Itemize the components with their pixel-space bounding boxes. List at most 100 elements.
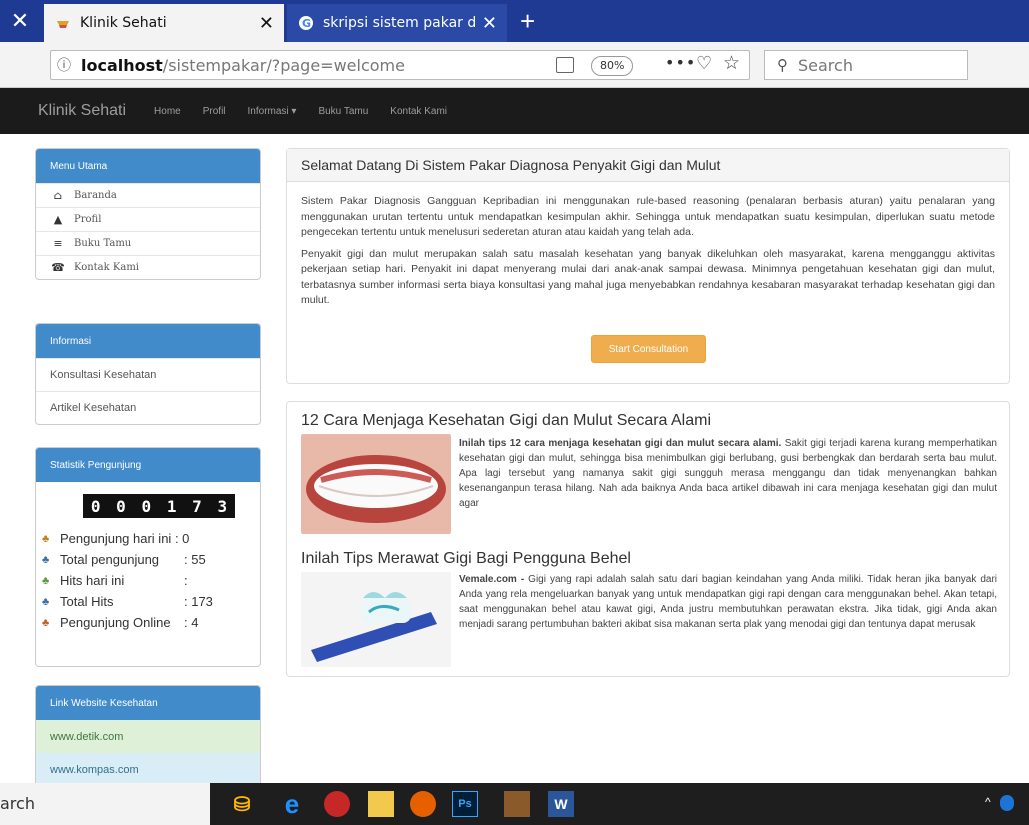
welcome-paragraph: Sistem Pakar Diagnosis Gangguan Kepribad… <box>301 195 995 238</box>
search-icon: ⚲ <box>777 56 788 74</box>
article-body: Gigi yang rapi adalah salah satu dari ba… <box>459 574 998 630</box>
pocket-icon[interactable]: ♡ <box>696 53 712 74</box>
svg-text:G: G <box>302 17 311 30</box>
new-tab-button[interactable]: + <box>520 6 535 36</box>
browser-tab-bar: ✕ Klinik Sehati ✕ G skripsi sistem pakar… <box>0 0 1029 42</box>
contact-icon: ☎ <box>51 261 65 274</box>
article-summary: Vemale.com - Gigi yang rapi adalah salah… <box>459 572 997 632</box>
sidebar-item-label: Baranda <box>74 190 117 201</box>
users-icon: ♣ <box>42 574 50 587</box>
search-input[interactable]: ⚲ Search <box>764 50 968 80</box>
tab-title: skripsi sistem pakar diagnosa p <box>323 15 476 31</box>
info-icon[interactable]: ⓘ <box>51 55 77 75</box>
opera-icon[interactable] <box>324 791 350 817</box>
sidebar-item-label: Buku Tamu <box>74 238 132 249</box>
welcome-box: Selamat Datang Di Sistem Pakar Diagnosa … <box>286 148 1010 384</box>
article-title[interactable]: Inilah Tips Merawat Gigi Bagi Pengguna B… <box>301 550 631 568</box>
counter-digit: 0 <box>141 496 152 516</box>
menu-utama-panel: Menu Utama ⌂ Baranda ▲ Profil ≡ Buku Tam… <box>35 148 261 280</box>
sidebar-item-artikel[interactable]: Artikel Kesehatan <box>36 391 260 424</box>
sidebar-item-baranda[interactable]: ⌂ Baranda <box>36 183 260 207</box>
counter-digit: 0 <box>116 496 126 516</box>
clinic-favicon-icon <box>54 14 72 32</box>
firefox-icon[interactable] <box>410 791 436 817</box>
browser-toolbar: ⓘ localhost /sistempakar/?page=welcome 8… <box>0 42 1029 88</box>
file-explorer-icon[interactable] <box>368 791 394 817</box>
word-icon[interactable]: W <box>548 791 574 817</box>
stat-label: Pengunjung Online <box>60 615 171 630</box>
nav-profil[interactable]: Profil <box>203 106 226 117</box>
nav-kontak-kami[interactable]: Kontak Kami <box>390 106 447 117</box>
article-image-smile[interactable] <box>301 434 451 534</box>
windows-taskbar: arch ⛁ e Ps W ^ <box>0 783 1029 825</box>
panel-title: Menu Utama <box>36 149 260 183</box>
stat-row: ♣ Total Hits : 173 <box>36 591 260 612</box>
visitor-counter: 0 0 0 1 7 3 <box>83 494 235 518</box>
start-consultation-button[interactable]: Start Consultation <box>591 335 706 363</box>
url-path: /sistempakar/?page=welcome <box>162 55 405 75</box>
close-window-icon[interactable]: ✕ <box>0 0 40 42</box>
site-navbar: Klinik Sehati Home Profil Informasi ▾ Bu… <box>0 88 1029 134</box>
stat-label: Total Hits <box>60 594 114 609</box>
nav-home[interactable]: Home <box>154 106 181 117</box>
stat-label: Pengunjung hari ini <box>60 531 172 546</box>
tab-close-icon[interactable]: ✕ <box>482 13 497 34</box>
stat-value: : 4 <box>184 615 199 630</box>
users-icon: ♣ <box>42 616 50 629</box>
article-summary: Inilah tips 12 cara menjaga kesehatan gi… <box>459 436 997 511</box>
users-icon: ♣ <box>42 553 50 566</box>
google-favicon-icon: G <box>297 14 315 32</box>
nav-buku-tamu[interactable]: Buku Tamu <box>318 106 368 117</box>
site-brand[interactable]: Klinik Sehati <box>38 102 126 120</box>
counter-digit: 1 <box>166 496 177 516</box>
photoshop-icon[interactable]: Ps <box>452 791 478 817</box>
article-title[interactable]: 12 Cara Menjaga Kesehatan Gigi dan Mulut… <box>301 412 711 430</box>
address-bar[interactable]: ⓘ localhost /sistempakar/?page=welcome 8… <box>50 50 750 80</box>
store-icon[interactable]: ⛁ <box>229 791 255 817</box>
edge-icon[interactable]: e <box>279 789 305 819</box>
sidebar-item-label: Profil <box>74 214 102 225</box>
links-panel: Link Website Kesehatan www.detik.com www… <box>35 685 261 783</box>
nav-informasi[interactable]: Informasi ▾ <box>248 106 297 117</box>
welcome-paragraph: Penyakit gigi dan mulut merupakan salah … <box>301 247 995 307</box>
users-icon: ♣ <box>42 595 50 608</box>
chevron-up-icon[interactable]: ^ <box>985 795 991 809</box>
sidebar-item-profil[interactable]: ▲ Profil <box>36 207 260 231</box>
sidebar-item-kontak-kami[interactable]: ☎ Kontak Kami <box>36 255 260 279</box>
link-detik[interactable]: www.detik.com <box>36 720 260 753</box>
tab-title: Klinik Sehati <box>80 15 167 31</box>
counter-digit: 0 <box>90 496 101 516</box>
url-host: localhost <box>81 55 163 75</box>
stat-row: ♣ Pengunjung Online : 4 <box>36 612 260 633</box>
tab-close-icon[interactable]: ✕ <box>259 13 274 34</box>
sidebar-item-label: Kontak Kami <box>74 262 139 273</box>
list-icon: ≡ <box>53 237 63 250</box>
sidebar-item-buku-tamu[interactable]: ≡ Buku Tamu <box>36 231 260 255</box>
counter-digit: 3 <box>217 496 228 516</box>
users-icon: ♣ <box>42 532 50 545</box>
article-lead: Inilah tips 12 cara menjaga kesehatan gi… <box>459 438 782 449</box>
article-image-toothbrush[interactable] <box>301 572 451 667</box>
zoom-level[interactable]: 80% <box>591 56 634 76</box>
home-icon: ⌂ <box>53 189 63 202</box>
winrar-icon[interactable] <box>504 791 530 817</box>
panel-title: Statistik Pengunjung <box>36 448 260 482</box>
more-actions-icon[interactable]: ••• <box>665 53 696 72</box>
stat-row: ♣ Pengunjung hari ini : 0 <box>36 528 260 549</box>
panel-title: Link Website Kesehatan <box>36 686 260 720</box>
stat-label: Total pengunjung <box>60 552 160 567</box>
welcome-title: Selamat Datang Di Sistem Pakar Diagnosa … <box>287 149 1009 182</box>
tab-klinik-sehati[interactable]: Klinik Sehati ✕ <box>44 4 284 42</box>
reader-view-icon[interactable] <box>556 57 574 73</box>
stat-value: : 173 <box>184 594 213 609</box>
bluetooth-icon[interactable] <box>1000 795 1014 811</box>
bookmark-star-icon[interactable]: ☆ <box>723 52 740 74</box>
sidebar-item-konsultasi[interactable]: Konsultasi Kesehatan <box>36 358 260 391</box>
stat-row: ♣ Total pengunjung : 55 <box>36 549 260 570</box>
tab-skripsi[interactable]: G skripsi sistem pakar diagnosa p ✕ <box>287 4 507 42</box>
counter-digit: 7 <box>192 496 202 516</box>
taskbar-search[interactable]: arch <box>0 783 210 825</box>
link-kompas[interactable]: www.kompas.com <box>36 753 260 783</box>
stat-value: : 0 <box>174 531 190 546</box>
user-icon: ▲ <box>53 213 63 226</box>
